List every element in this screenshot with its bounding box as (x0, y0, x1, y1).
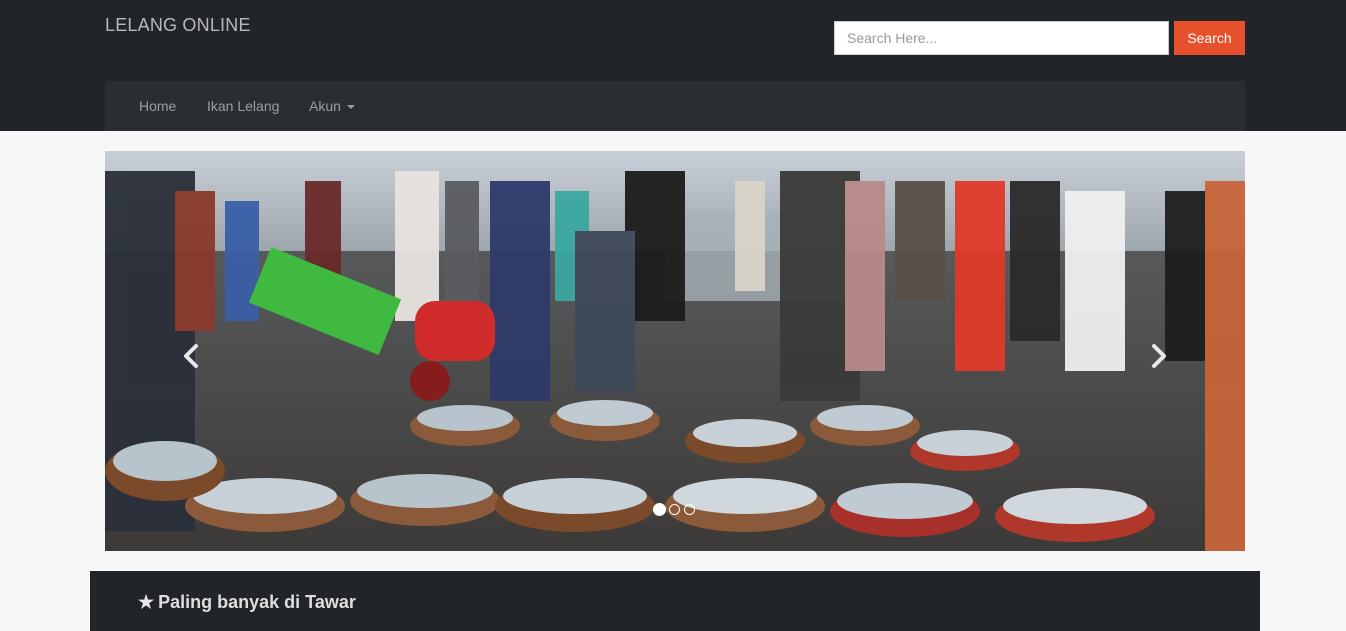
carousel-prev-button[interactable] (177, 341, 207, 371)
featured-panel: ★ Paling banyak di Tawar (90, 571, 1260, 631)
carousel-indicator-2[interactable] (669, 504, 680, 515)
star-icon: ★ (138, 592, 155, 612)
carousel-indicators (653, 503, 703, 516)
nav-item-akun-dropdown[interactable]: Akun (309, 81, 355, 131)
featured-title: ★ Paling banyak di Tawar (138, 592, 356, 613)
site-header: LELANG ONLINE Search Home Ikan Lelang Ak… (0, 0, 1346, 131)
featured-title-text: Paling banyak di Tawar (158, 592, 356, 612)
carousel-indicator-1[interactable] (653, 503, 666, 516)
carousel-indicator-3[interactable] (684, 504, 695, 515)
search-input[interactable] (834, 21, 1169, 55)
nav-item-label: Ikan Lelang (207, 98, 280, 114)
carousel-next-button[interactable] (1143, 341, 1173, 371)
nav-item-home[interactable]: Home (139, 81, 176, 131)
chevron-left-icon (184, 344, 198, 368)
chevron-right-icon (1152, 344, 1166, 368)
main-navbar: Home Ikan Lelang Akun (105, 81, 1245, 131)
caret-down-icon (346, 105, 355, 110)
nav-item-label: Akun (309, 98, 341, 114)
image-carousel[interactable] (105, 151, 1245, 551)
nav-item-ikan-lelang[interactable]: Ikan Lelang (207, 81, 279, 131)
nav-item-label: Home (139, 98, 177, 114)
search-button[interactable]: Search (1174, 21, 1245, 55)
carousel-slide-image (105, 151, 1245, 551)
brand-title[interactable]: LELANG ONLINE (105, 15, 251, 36)
